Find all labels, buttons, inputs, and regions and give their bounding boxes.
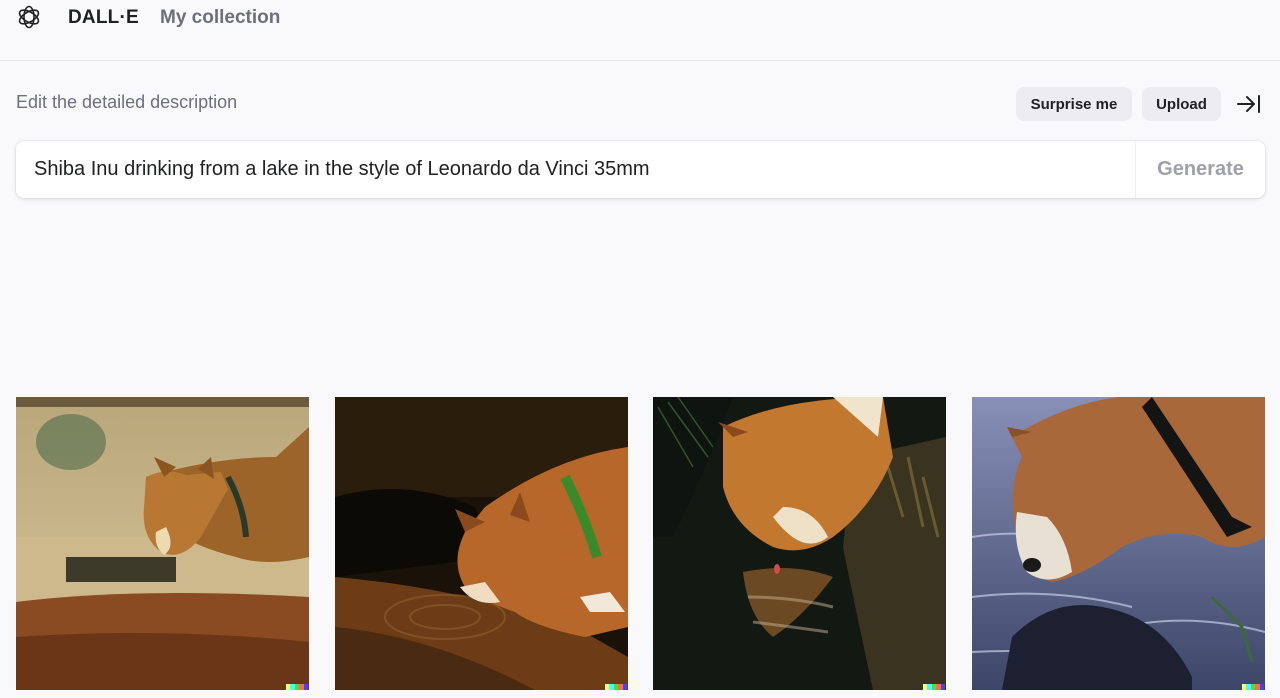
result-image-2[interactable] bbox=[335, 397, 628, 690]
nav-my-collection[interactable]: My collection bbox=[160, 7, 280, 29]
signature-badge bbox=[923, 684, 946, 690]
shiba-dark-water-image bbox=[335, 397, 628, 690]
result-image-1[interactable] bbox=[16, 397, 309, 690]
upload-button[interactable]: Upload bbox=[1142, 87, 1221, 121]
shiba-lakeshore-image bbox=[16, 397, 309, 690]
brand-title[interactable]: DALL·E bbox=[68, 7, 139, 29]
shiba-blue-lake-image bbox=[972, 397, 1265, 690]
collapse-panel-icon[interactable] bbox=[1236, 93, 1262, 115]
description-label: Edit the detailed description bbox=[16, 92, 238, 112]
generate-button[interactable]: Generate bbox=[1136, 141, 1265, 198]
shiba-reflection-image bbox=[653, 397, 946, 690]
openai-logo-icon[interactable] bbox=[16, 4, 42, 30]
prompt-box: Generate bbox=[16, 141, 1265, 198]
result-image-4[interactable] bbox=[972, 397, 1265, 690]
surprise-me-button[interactable]: Surprise me bbox=[1016, 87, 1132, 121]
signature-badge bbox=[605, 684, 628, 690]
top-bar: DALL·E My collection bbox=[0, 0, 1280, 61]
result-image-3[interactable] bbox=[653, 397, 946, 690]
prompt-input[interactable] bbox=[16, 141, 1135, 198]
signature-badge bbox=[286, 684, 309, 690]
signature-badge bbox=[1242, 684, 1265, 690]
